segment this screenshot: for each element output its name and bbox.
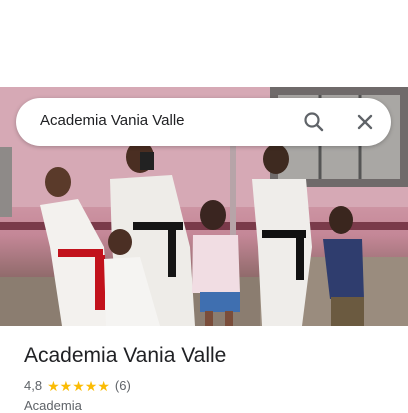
close-icon[interactable] — [351, 108, 379, 136]
rating-row[interactable]: 4,8 ★ ★ ★ ★ ★ (6) — [24, 378, 131, 393]
review-count[interactable]: (6) — [115, 378, 131, 393]
star-icon: ★ — [47, 377, 60, 394]
star-icon: ★ — [59, 377, 73, 394]
star-icon: ★ — [72, 377, 85, 394]
search-icon[interactable] — [300, 108, 328, 136]
search-bar[interactable]: Academia Vania Valle — [16, 98, 391, 146]
search-input[interactable]: Academia Vania Valle — [40, 112, 185, 129]
star-icon: ★ — [84, 377, 98, 394]
place-category: Academia — [24, 398, 82, 413]
star-icon: ★ — [97, 377, 110, 394]
place-title: Academia Vania Valle — [24, 344, 227, 367]
star-rating: ★ ★ ★ ★ ★ — [47, 379, 110, 393]
rating-value: 4,8 — [24, 378, 43, 393]
